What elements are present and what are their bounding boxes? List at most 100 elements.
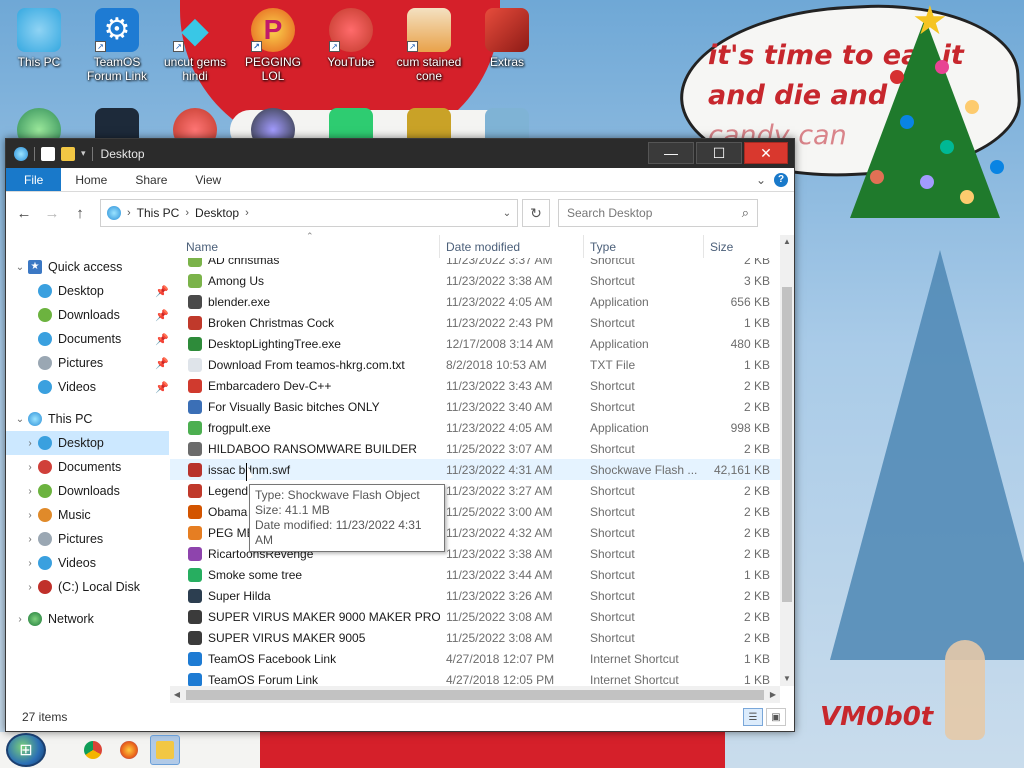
file-name-cell[interactable]: TeamOS Facebook Link [170,651,440,666]
file-name-cell[interactable]: Broken Christmas Cock [170,315,440,330]
file-name-cell[interactable]: Among Us [170,273,440,288]
column-size[interactable]: Size [704,235,774,258]
help-icon[interactable]: ? [774,172,788,187]
vertical-scrollbar[interactable]: ▲ ▼ [780,235,794,686]
address-bar[interactable]: › This PC › Desktop › ⌄ [100,199,518,227]
column-date-modified[interactable]: Date modified [440,235,584,258]
nav-pc-pictures[interactable]: › Pictures [6,527,169,551]
nav-this-pc[interactable]: ⌄ This PC [6,407,169,431]
nav-pc-local-disk[interactable]: › (C:) Local Disk [6,575,169,599]
scroll-right-icon[interactable]: ▶ [766,690,780,699]
search-input[interactable] [567,206,742,220]
back-button[interactable]: ← [12,201,36,225]
file-row[interactable]: For Visually Basic bitches ONLY 11/23/202… [170,396,780,417]
horizontal-scrollbar[interactable]: ◀ ▶ [170,686,780,703]
file-row[interactable]: HILDABOO RANSOMWARE BUILDER 11/25/2022 3:… [170,438,780,459]
tab-view[interactable]: View [181,168,235,191]
column-type[interactable]: Type [584,235,704,258]
scroll-up-icon[interactable]: ▲ [780,235,794,249]
tab-share[interactable]: Share [121,168,181,191]
file-row[interactable]: frogpult.exe 11/23/2022 4:05 AM Applicatio… [170,417,780,438]
up-button[interactable]: ↑ [68,201,92,225]
nav-pc-desktop[interactable]: › Desktop [6,431,169,455]
desktop-icon-this-pc[interactable]: This PC [0,8,78,69]
nav-pc-documents[interactable]: › Documents [6,455,169,479]
file-row[interactable]: SUPER VIRUS MAKER 9000 MAKER PROT... 11/2… [170,606,780,627]
close-button[interactable]: ✕ [744,142,788,164]
chevron-down-icon[interactable]: ▾ [81,148,86,159]
file-row[interactable]: issac bdnm.swf 11/23/2022 4:31 AM Shockwav… [170,459,780,480]
column-name[interactable]: Name [170,235,440,258]
taskbar-chrome[interactable] [78,735,108,765]
taskbar-file-explorer[interactable] [150,735,180,765]
nav-qa-downloads[interactable]: Downloads 📌 [6,303,169,327]
maximize-button[interactable]: ☐ [696,142,742,164]
desktop-icon-teamos-forum-link[interactable]: ⚙ ↗ TeamOS Forum Link [78,8,156,83]
explorer-icon[interactable] [14,146,28,161]
title-bar[interactable]: ▾ Desktop — ☐ ✕ [6,139,794,168]
details-view-icon[interactable]: ☰ [743,708,763,726]
file-row[interactable]: Embarcadero Dev-C++ 11/23/2022 3:43 AM Sho… [170,375,780,396]
new-folder-icon[interactable] [61,146,75,161]
taskbar-firefox[interactable] [114,735,144,765]
search-icon[interactable]: ⌕ [742,205,749,221]
chevron-down-icon[interactable]: ⌄ [12,262,28,273]
file-row[interactable]: DesktopLightingTree.exe 12/17/2008 3:14 A… [170,333,780,354]
minimize-button[interactable]: — [648,142,694,164]
nav-network[interactable]: › Network [6,607,169,631]
file-name-cell[interactable]: issac bdnm.swf [170,462,440,477]
file-row[interactable]: Smoke some tree 11/23/2022 3:44 AM Shortcu… [170,564,780,585]
file-name-cell[interactable]: blender.exe [170,294,440,309]
nav-qa-videos[interactable]: Videos 📌 [6,375,169,399]
search-box[interactable]: ⌕ [558,199,758,227]
scroll-left-icon[interactable]: ◀ [170,690,184,699]
address-dropdown-icon[interactable]: ⌄ [497,208,517,219]
chevron-right-icon[interactable]: › [22,486,38,497]
file-name-cell[interactable]: frogpult.exe [170,420,440,435]
nav-qa-pictures[interactable]: Pictures 📌 [6,351,169,375]
properties-icon[interactable] [41,146,55,161]
scroll-thumb[interactable] [782,287,792,602]
nav-pc-music[interactable]: › Music [6,503,169,527]
start-button[interactable]: ⊞ [6,733,46,767]
desktop-icon-cum-stained-cone[interactable]: ↗ cum stained cone [390,8,468,83]
chevron-right-icon[interactable]: › [22,438,38,449]
chevron-right-icon[interactable]: › [22,534,38,545]
scroll-down-icon[interactable]: ▼ [780,672,794,686]
file-name-cell[interactable]: TeamOS Forum Link [170,672,440,687]
chevron-right-icon[interactable]: › [12,614,28,625]
file-name-cell[interactable]: SUPER VIRUS MAKER 9005 [170,630,440,645]
file-row[interactable]: Among Us 11/23/2022 3:38 AM Shortcut 3 KB [170,270,780,291]
file-name-cell[interactable]: Download From teamos-hkrg.com.txt [170,357,440,372]
file-name-cell[interactable]: DesktopLightingTree.exe [170,336,440,351]
desktop-icon-uncut-gems[interactable]: ◆ ↗ uncut gems hindi [156,8,234,83]
breadcrumb-this-pc[interactable]: This PC [137,206,180,220]
scroll-thumb-horizontal[interactable] [186,689,764,700]
tab-home[interactable]: Home [61,168,121,191]
file-name-cell[interactable]: Smoke some tree [170,567,440,582]
file-row[interactable]: Broken Christmas Cock 11/23/2022 2:43 PM S… [170,312,780,333]
chevron-right-icon[interactable]: › [245,207,249,219]
chevron-right-icon[interactable]: › [22,582,38,593]
chevron-right-icon[interactable]: › [22,462,38,473]
file-name-cell[interactable]: Super Hilda [170,588,440,603]
file-row[interactable]: SUPER VIRUS MAKER 9005 11/25/2022 3:08 AM… [170,627,780,648]
nav-qa-desktop[interactable]: Desktop 📌 [6,279,169,303]
chevron-down-icon[interactable]: ⌄ [12,414,28,425]
nav-quick-access[interactable]: ⌄ ★ Quick access [6,255,169,279]
file-name-cell[interactable]: Embarcadero Dev-C++ [170,378,440,393]
file-row[interactable]: Super Hilda 11/23/2022 3:26 AM Shortcut 2 K… [170,585,780,606]
chevron-right-icon[interactable]: › [22,510,38,521]
large-icons-view-icon[interactable]: ▣ [766,708,786,726]
file-name-cell[interactable]: AD christmas [170,258,440,267]
desktop-icon-pegging-lol[interactable]: P ↗ PEGGING LOL [234,8,312,83]
file-row[interactable]: AD christmas 11/23/2022 3:37 AM Shortcut 2 … [170,258,780,270]
chevron-right-icon[interactable]: › [185,207,189,219]
file-row[interactable]: blender.exe 11/23/2022 4:05 AM Application… [170,291,780,312]
refresh-button[interactable]: ↻ [522,199,550,227]
desktop-icon-youtube[interactable]: ↗ YouTube [312,8,390,69]
nav-qa-documents[interactable]: Documents 📌 [6,327,169,351]
nav-pc-downloads[interactable]: › Downloads [6,479,169,503]
nav-pc-videos[interactable]: › Videos [6,551,169,575]
forward-button[interactable]: → [40,201,64,225]
